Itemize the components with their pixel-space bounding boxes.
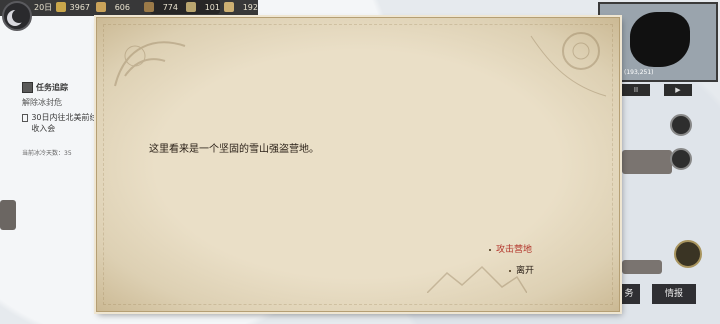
task-header[interactable]: 任务追踪 xyxy=(22,82,98,93)
task-objective: 解除冰封危 xyxy=(22,98,62,107)
task-sub-item: 30日内往北美前线 收入会 xyxy=(22,112,98,134)
bullet-icon xyxy=(509,269,511,272)
bullet-icon xyxy=(489,248,491,251)
option-label: 攻击营地 xyxy=(496,245,533,255)
rock-terrain xyxy=(0,200,16,230)
resource-value: 192 xyxy=(242,2,258,12)
supply-icon xyxy=(224,2,234,12)
resource-value: 606 xyxy=(114,2,130,12)
event-narration: 这里看来是一个坚固的雪山强盗营地。 xyxy=(149,144,319,155)
task-sub-text: 30日内往北美前线 收入会 xyxy=(31,113,98,133)
checkbox-icon xyxy=(22,114,29,122)
option-label: 离开 xyxy=(516,266,535,276)
attack-camp-option[interactable]: 攻击营地 xyxy=(489,242,532,255)
cold-days-counter: 当前冰冷天数：35 xyxy=(22,150,72,157)
day-counter: 20日 xyxy=(34,3,53,12)
resource-wood: 774 xyxy=(144,2,178,12)
task-button[interactable]: 务 xyxy=(618,284,640,304)
stone-icon xyxy=(186,2,196,12)
task-tracker: 任务追踪 解除冰封危 30日内往北美前线 收入会 当前冰冷天数：35 xyxy=(22,82,98,157)
rock-terrain xyxy=(622,150,672,174)
compass-rose-icon xyxy=(530,32,607,97)
task-toggle-icon[interactable] xyxy=(22,82,33,93)
minimap-region xyxy=(630,12,690,67)
play-button[interactable]: ▶ xyxy=(664,84,692,96)
compass-icon[interactable] xyxy=(670,148,692,170)
pause-button[interactable]: II xyxy=(622,84,650,96)
banner-icon[interactable] xyxy=(670,114,692,136)
intel-button[interactable]: 情报 xyxy=(652,284,696,304)
resource-stone: 101 xyxy=(186,2,220,12)
resource-grain: 606 xyxy=(96,2,130,12)
event-dialog: 这里看来是一个坚固的雪山强盗营地。 攻击营地 离开 xyxy=(96,17,620,312)
minimap-coordinates: (193,251) xyxy=(624,69,654,76)
resource-value: 774 xyxy=(162,2,178,12)
resource-gold: 3967 xyxy=(56,2,90,12)
resource-bar: 20日 3967 606 774 101 192 xyxy=(0,0,258,16)
resource-value: 101 xyxy=(204,2,220,12)
grain-icon xyxy=(96,2,106,12)
leave-option[interactable]: 离开 xyxy=(509,263,534,276)
horse-icon[interactable] xyxy=(674,240,702,268)
wood-icon xyxy=(144,2,154,12)
ornament-icon xyxy=(114,41,186,87)
task-title: 任务追踪 xyxy=(36,83,68,92)
gold-icon xyxy=(56,2,66,12)
day-night-indicator[interactable] xyxy=(2,1,32,31)
rock-terrain xyxy=(622,260,662,274)
resource-supply: 192 xyxy=(224,2,258,12)
resource-value: 3967 xyxy=(69,2,90,12)
